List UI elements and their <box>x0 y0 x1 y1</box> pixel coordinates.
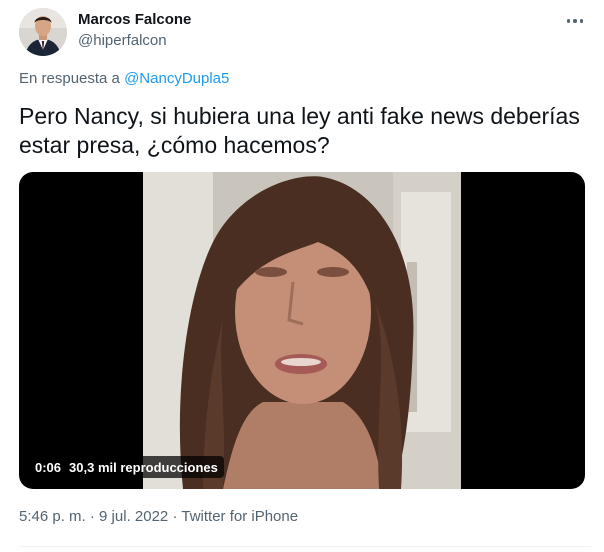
video-overlay: 0:06 30,3 mil reproducciones <box>29 456 224 478</box>
more-dots-icon <box>566 19 571 23</box>
tweet: Marcos Falcone @hiperfalcon En respuesta… <box>0 0 604 552</box>
meta-separator: · <box>89 508 95 525</box>
avatar-image <box>19 8 67 56</box>
reply-prefix: En respuesta a <box>19 70 120 87</box>
tweet-time[interactable]: 5:46 p. m. <box>19 508 86 525</box>
tweet-date[interactable]: 9 jul. 2022 <box>99 508 168 525</box>
more-dots-icon <box>573 19 577 23</box>
tweet-text: Pero Nancy, si hubiera una ley anti fake… <box>19 103 580 158</box>
video-duration: 0:06 <box>35 459 62 475</box>
video-frame <box>143 172 461 489</box>
meta-separator: · <box>172 508 178 525</box>
avatar[interactable] <box>19 8 67 56</box>
divider <box>19 546 591 547</box>
tweet-metadata: 5:46 p. m. · 9 jul. 2022 · Twitter for i… <box>19 508 298 525</box>
author-handle[interactable]: @hiperfalcon <box>78 32 167 49</box>
more-dots-icon <box>579 19 584 23</box>
video-view-count: 30,3 mil reproducciones <box>69 459 218 475</box>
more-options-button[interactable] <box>560 10 590 32</box>
video-player[interactable]: 0:06 30,3 mil reproducciones <box>19 172 585 489</box>
reply-mention-link[interactable]: @NancyDupla5 <box>124 70 229 87</box>
author-name[interactable]: Marcos Falcone <box>78 11 191 28</box>
reply-context: En respuesta a @NancyDupla5 <box>19 70 229 87</box>
tweet-source[interactable]: Twitter for iPhone <box>181 508 298 525</box>
